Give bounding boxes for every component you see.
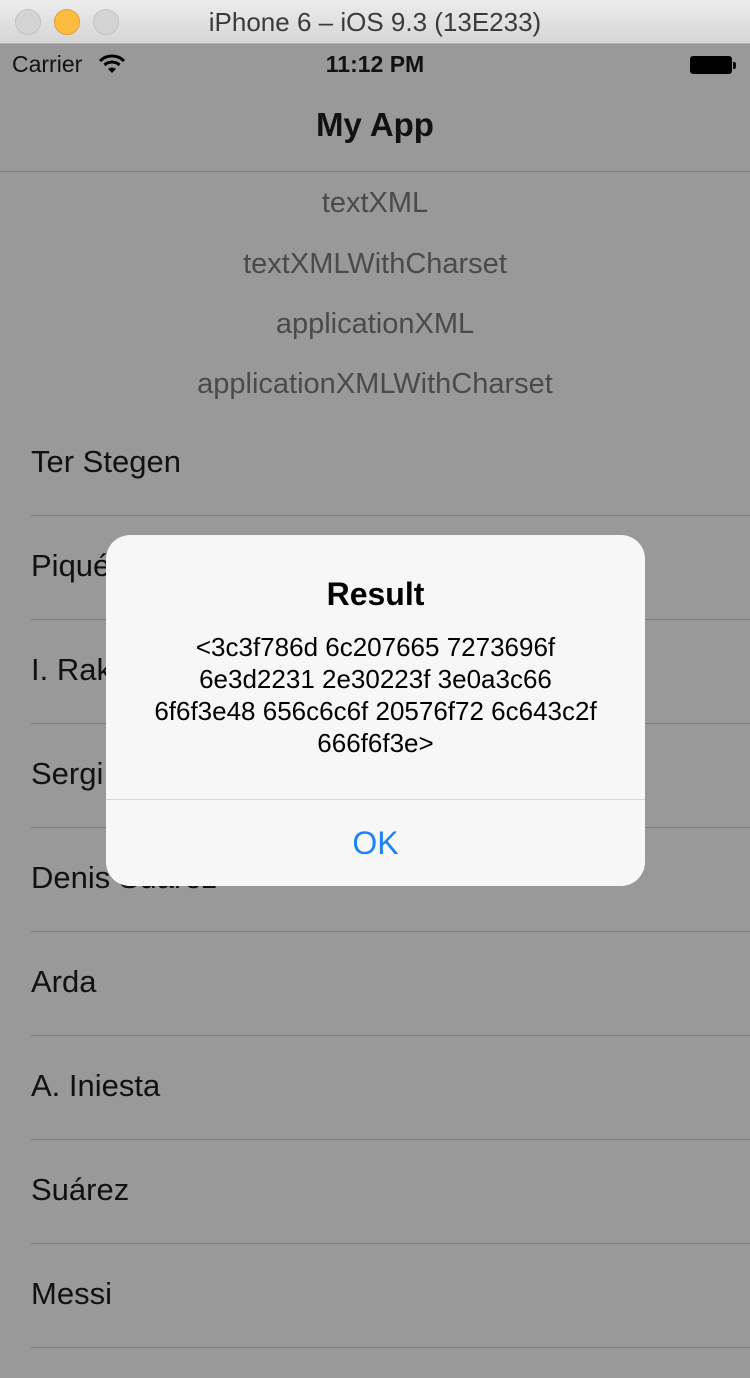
page-title: My App [316, 106, 434, 143]
row-label: A. Iniesta [31, 1068, 161, 1103]
row-label: Messi [31, 1276, 112, 1311]
text-xml-with-charset-button[interactable]: textXMLWithCharset [0, 234, 750, 294]
table-row[interactable]: A. Iniesta [0, 1036, 750, 1140]
battery-icon [690, 56, 736, 74]
window-titlebar: iPhone 6 – iOS 9.3 (13E233) [0, 0, 750, 44]
alert-message: <3c3f786d 6c207665 7273696f 6e3d2231 2e3… [154, 632, 597, 758]
application-xml-button[interactable]: applicationXML [0, 294, 750, 354]
window-title: iPhone 6 – iOS 9.3 (13E233) [208, 7, 542, 37]
row-separator [31, 1347, 750, 1348]
alert-title: Result [326, 576, 425, 612]
navigation-bar: My App [0, 86, 750, 172]
text-xml-button[interactable]: textXML [0, 172, 750, 234]
row-label: Ter Stegen [31, 444, 181, 479]
row-label: Piqué [31, 548, 111, 583]
status-time: 11:12 PM [325, 51, 425, 77]
table-row[interactable]: Suárez [0, 1140, 750, 1244]
table-row[interactable]: Messi [0, 1244, 750, 1348]
table-row[interactable]: Arda [0, 932, 750, 1036]
row-label: Arda [31, 964, 97, 999]
table-row[interactable]: Ter Stegen [0, 412, 750, 516]
application-xml-with-charset-button[interactable]: applicationXMLWithCharset [0, 354, 750, 414]
ok-button[interactable]: OK [106, 800, 645, 886]
result-alert: Result <3c3f786d 6c207665 7273696f 6e3d2… [106, 535, 645, 886]
row-label: Suárez [31, 1172, 130, 1207]
status-bar: Carrier 11:12 PM [0, 44, 750, 86]
content-type-buttons: textXML textXMLWithCharset applicationXM… [0, 172, 750, 414]
